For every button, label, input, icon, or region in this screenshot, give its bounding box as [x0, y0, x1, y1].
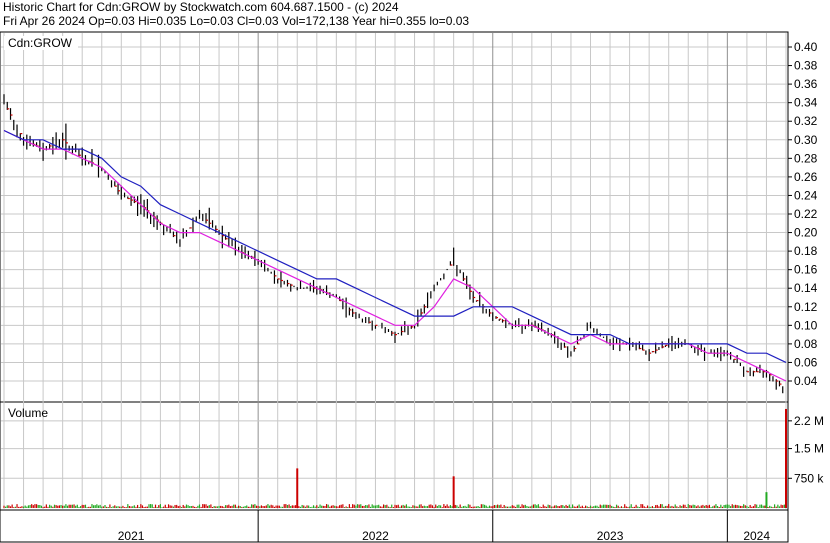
price-tick-label: 0.36 — [794, 77, 818, 91]
price-tick-label: 0.12 — [794, 300, 818, 314]
volume-panel — [0, 401, 789, 511]
stock-chart: 0.40 0.38 0.36 0.34 0.32 0.30 0.28 0.26 0.24 0.22… — [0, 31, 824, 543]
price-panel — [0, 31, 789, 403]
price-tick-label: 0.06 — [794, 355, 818, 369]
year-label: 2021 — [118, 529, 145, 543]
volume-panel-label: Volume — [8, 406, 48, 420]
volume-tick-label: 2.2 M — [794, 414, 824, 428]
year-label: 2024 — [743, 529, 770, 543]
volume-tick-label: 750 k — [794, 471, 824, 485]
price-tick-label: 0.04 — [794, 374, 818, 388]
price-tick-label: 0.32 — [794, 114, 818, 128]
price-tick-label: 0.26 — [794, 170, 818, 184]
price-tick-label: 0.10 — [794, 318, 818, 332]
price-tick-label: 0.22 — [794, 207, 818, 221]
price-tick-label: 0.16 — [794, 263, 818, 277]
price-tick-label: 0.18 — [794, 244, 818, 258]
price-tick-label: 0.08 — [794, 337, 818, 351]
year-label: 2023 — [597, 529, 624, 543]
price-tick-label: 0.34 — [794, 96, 818, 110]
price-tick-label: 0.20 — [794, 226, 818, 240]
price-tick-label: 0.24 — [794, 188, 818, 202]
volume-tick-label: 1.5 M — [794, 442, 824, 456]
year-label: 2022 — [362, 529, 389, 543]
price-panel-label: Cdn:GROW — [8, 36, 73, 50]
price-tick-label: 0.30 — [794, 133, 818, 147]
price-tick-label: 0.14 — [794, 281, 818, 295]
price-tick-label: 0.40 — [794, 40, 818, 54]
price-tick-label: 0.28 — [794, 151, 818, 165]
price-tick-label: 0.38 — [794, 59, 818, 73]
